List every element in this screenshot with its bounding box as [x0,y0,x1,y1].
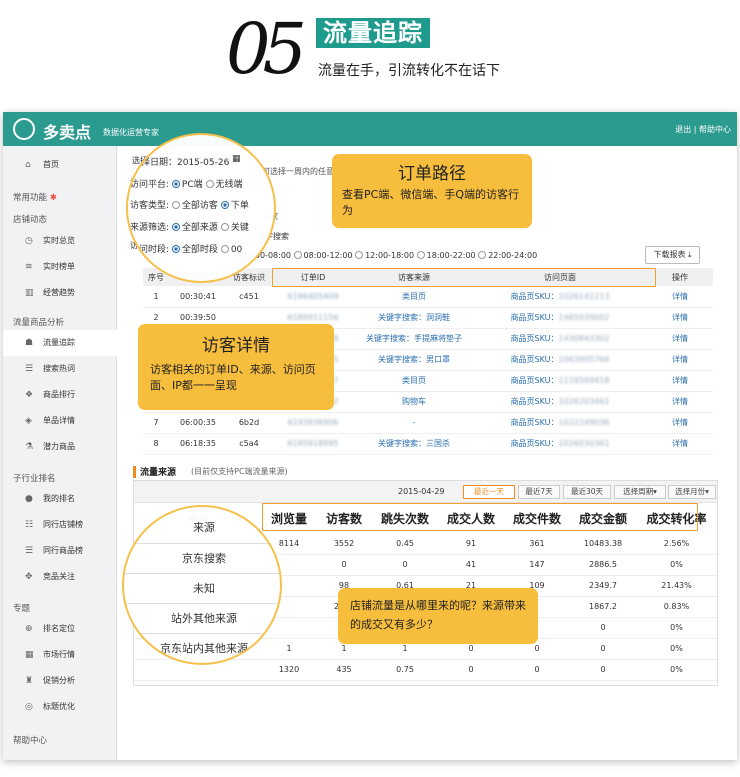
sidebar-item-product-rank[interactable]: ❖ 商品排行 [3,382,117,408]
sidebar-item-rank-locate[interactable]: ⊕ 排名定位 [3,616,117,642]
btn-last-7[interactable]: 最近7天 [518,485,560,499]
sidebar-section-special: 专题 [13,604,31,614]
col-action: 操作 [647,268,713,286]
sidebar: ⌂ 首页 常用功能 ✱ 店铺动态 ◷ 实时总览 ≋ 实时榜单 ▥ 经营趋势 流量商品分析… [3,146,117,760]
sidebar-item-peer-shops[interactable]: ☷ 同行店铺榜 [3,512,117,538]
visitor-detail-callout: 访客详情 访客相关的订单ID、来源、访问页面、IP都一一呈现 [138,324,334,410]
order-columns-highlight [272,268,656,287]
source-item[interactable]: 京东搜索 [124,543,280,573]
source-section-header: 流量来源 (目前仅支持PC端流量来源) [133,464,718,480]
download-report-button[interactable]: 下载报表 ⤓ [645,246,700,264]
section-title: 流量追踪 [316,18,430,48]
source-header: 来源 [193,521,215,534]
sidebar-section-shop: 店铺动态 [13,215,48,225]
source-item[interactable]: 京东站内其他来源 [124,633,280,663]
zoom-icon: ⊕ [25,624,33,634]
table-row: 7 06:00:35 6b2d 6193936906- 商品页SKU：102224903… [143,412,713,434]
download-icon: ⤓ [688,250,692,259]
sidebar-item-competitor[interactable]: ✥ 竞品关注 [3,564,117,590]
grid-icon: ▦ [25,650,34,660]
detail-link[interactable]: 详情 [647,328,713,350]
detail-link[interactable]: 详情 [647,370,713,392]
sidebar-item-ranking[interactable]: ≋ 实时榜单 [3,254,117,280]
detail-link[interactable]: 详情 [647,433,713,455]
detail-link[interactable]: 详情 [647,349,713,371]
btn-select-period[interactable]: 选择周期▾ [614,485,666,499]
list-icon: ☷ [25,520,34,530]
calendar-icon: ▦ [232,154,241,164]
sidebar-item-flow-tracking[interactable]: ☗ 流量追踪 [3,330,117,356]
sidebar-item-potential[interactable]: ⚗ 潜力商品 [3,434,117,460]
source-date: 2015-04-29 [398,487,445,496]
rank-icon: ≋ [25,262,33,272]
app-topbar: 多卖点 数据化运营专家 退出 | 帮助中心 [3,112,737,146]
table-row: 8 06:18:35 c5a4 6185918995 关键字搜索：三国杀 商品页SKU：1… [143,433,713,455]
sidebar-item-promotion[interactable]: ♜ 促销分析 [3,668,117,694]
app-name: 多卖点 [43,123,92,142]
list-alt-icon: ☰ [25,546,34,556]
order-path-callout: 订单路径 查看PC端、微信端、手Q端的访客行为 [332,154,532,228]
app-tagline: 数据化运营专家 [103,128,159,137]
users-icon: ☗ [25,338,34,348]
sidebar-section-flow: 流量商品分析 [13,318,65,328]
metrics-highlight [262,503,698,531]
circle-icon: ● [25,494,33,504]
cubes-icon: ❖ [25,390,34,400]
sidebar-item-home[interactable]: ⌂ 首页 [3,152,117,178]
box-icon: ◈ [25,416,32,426]
sidebar-item-title-opt[interactable]: ◎ 标题优化 [3,694,117,720]
gift-icon: ♜ [25,676,34,686]
date-hint: 可选择一周内的任意 [262,167,334,176]
detail-link[interactable]: 详情 [647,412,713,434]
gear-icon: ✱ [49,193,57,203]
sidebar-item-item-detail[interactable]: ◈ 单品详情 [3,408,117,434]
sidebar-item-realtime[interactable]: ◷ 实时总览 [3,228,117,254]
source-zoom-circle: 来源京东搜索未知站外其他来源京东站内其他来源类目页在中 [122,505,282,665]
section-subtitle: 流量在手，引流转化不在话下 [318,63,500,79]
sidebar-item-market[interactable]: ▦ 市场行情 [3,642,117,668]
sidebar-section-industry: 子行业排名 [13,474,56,484]
source-section-title: 流量来源 [140,468,177,478]
source-callout: 店铺流量是从哪里来的呢？来源带来的成交又有多少？ [338,588,538,644]
source-section-note: (目前仅支持PC端流量来源) [191,467,288,476]
sidebar-section-common[interactable]: 常用功能 ✱ [13,191,57,203]
detail-link[interactable]: 详情 [647,391,713,413]
logo-icon [13,118,35,140]
detail-link[interactable]: 详情 [647,286,713,308]
table-row: 1 00:30:41 c451 6186405409 类目页 商品页SKU：1026141… [143,286,713,308]
bar-chart-icon: ▥ [25,288,34,298]
sidebar-item-hot-words[interactable]: ☰ 搜索热词 [3,356,117,382]
crosshair-icon: ✥ [25,572,33,582]
clock-icon: ◷ [25,236,33,246]
btn-last-30[interactable]: 最近30天 [563,485,611,499]
source-item[interactable]: 站外其他来源 [124,603,280,633]
detail-link[interactable]: 详情 [647,307,713,329]
sidebar-item-my-rank[interactable]: ● 我的排名 [3,486,117,512]
sidebar-item-trend[interactable]: ▥ 经营趋势 [3,280,117,306]
btn-select-month[interactable]: 选择月份▾ [668,485,716,499]
database-icon: ☰ [25,364,34,374]
btn-last-day[interactable]: 最近一天 [463,485,515,499]
source-item[interactable]: 未知 [124,573,280,603]
section-number: 05 [226,8,307,90]
sidebar-item-peer-products[interactable]: ☰ 同行商品榜 [3,538,117,564]
period-options: 00:00-08:00 08:00-12:00 12:00-18:00 18:0… [232,251,537,260]
target-icon: ◎ [25,702,33,712]
flask-icon: ⚗ [25,442,34,452]
filter-zoom-circle: 选择日期：2015-05-26 ▦ 访问平台: PC端 无线端 访客类型: 全部… [126,133,276,283]
top-links[interactable]: 退出 | 帮助中心 [675,124,731,135]
sidebar-help[interactable]: 帮助中心 [13,734,47,746]
home-icon: ⌂ [25,160,31,170]
